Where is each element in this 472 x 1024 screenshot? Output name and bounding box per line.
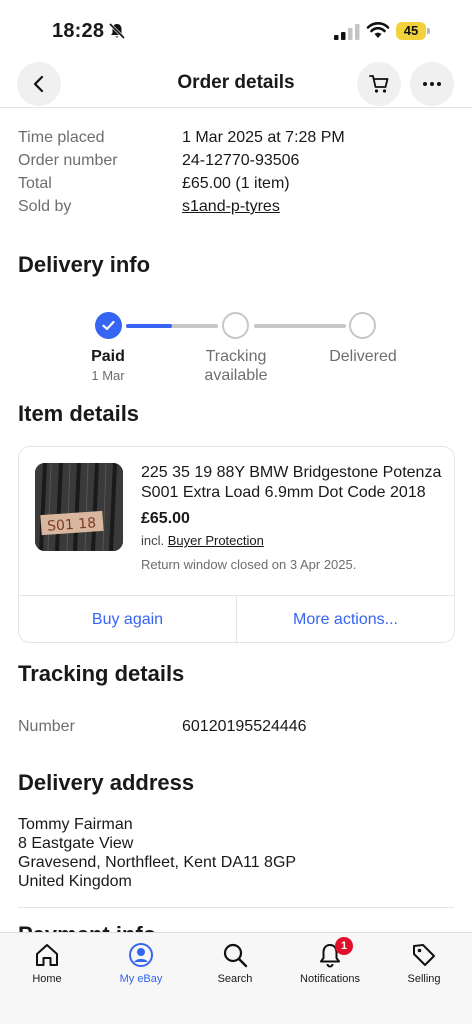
more-options-button[interactable]	[410, 62, 454, 106]
status-time: 18:28	[52, 20, 105, 42]
item-card: S01 18 225 35 19 88Y BMW Bridgestone Pot…	[18, 446, 455, 644]
account-icon	[129, 943, 153, 967]
home-icon	[36, 944, 58, 966]
total-value: £65.00 (1 item)	[182, 175, 290, 192]
incl-prefix: incl.	[141, 533, 165, 548]
sold-by-row: Sold by s1and-p-tyres	[18, 197, 458, 220]
step-tracking-circle	[222, 312, 249, 339]
battery-level: 45	[403, 23, 419, 38]
item-title[interactable]: 225 35 19 88Y BMW Bridgestone Potenza S0…	[141, 463, 447, 503]
time-placed-value: 1 Mar 2025 at 7:28 PM	[182, 129, 345, 146]
section-divider	[18, 907, 454, 908]
bottom-navigation: Home My eBay Search 1 Notifications Sell…	[0, 932, 472, 1024]
order-number-value: 24-12770-93506	[182, 152, 300, 169]
address-name: Tommy Fairman	[18, 816, 133, 833]
sold-by-label: Sold by	[18, 198, 72, 215]
nav-search-label: Search	[217, 973, 253, 985]
progress-track-fill	[126, 324, 172, 328]
order-summary: Time placed 1 Mar 2025 at 7:28 PM Order …	[18, 128, 458, 220]
more-horizontal-icon	[423, 82, 441, 86]
top-app-bar: Order details	[0, 60, 472, 108]
step-tracking-label: Tracking available	[204, 348, 268, 384]
total-label: Total	[18, 175, 52, 192]
order-number-label: Order number	[18, 152, 118, 169]
buyer-protection-note: incl. Buyer Protection	[141, 533, 264, 548]
total-row: Total £65.00 (1 item)	[18, 174, 458, 197]
delivery-address-title: Delivery address	[18, 770, 195, 795]
item-actions: Buy again More actions...	[19, 595, 454, 644]
delivery-progress: Paid 1 Mar Tracking available Delivered	[0, 310, 472, 390]
cart-button[interactable]	[357, 62, 401, 106]
status-bar: 18:28 45	[0, 0, 472, 60]
item-image[interactable]: S01 18	[35, 463, 123, 551]
time-placed-label: Time placed	[18, 129, 105, 146]
item-price: £65.00	[141, 510, 190, 527]
item-details-title: Item details	[18, 401, 140, 426]
battery-indicator: 45	[396, 22, 430, 40]
tyre-photo: S01 18	[35, 463, 123, 551]
tracking-number-label: Number	[18, 718, 75, 735]
tracking-number-value[interactable]: 60120195524446	[182, 718, 307, 736]
nav-home[interactable]: Home	[0, 933, 94, 997]
delivery-info-title: Delivery info	[18, 252, 151, 277]
nav-notifications-label: Notifications	[300, 973, 360, 985]
nav-notifications[interactable]: 1 Notifications	[283, 933, 377, 997]
search-icon	[223, 943, 248, 968]
image-tag-text: S01 18	[47, 515, 97, 534]
page-title: Order details	[177, 72, 295, 93]
step-paid-label: Paid	[91, 348, 125, 365]
seller-link[interactable]: s1and-p-tyres	[182, 197, 280, 217]
progress-track-2	[254, 324, 346, 328]
step-delivered-label: Delivered	[329, 348, 397, 365]
address-street: 8 Eastgate View	[18, 835, 134, 852]
return-window-note: Return window closed on 3 Apr 2025.	[141, 557, 357, 572]
nav-my-ebay-label: My eBay	[119, 973, 163, 985]
bell-muted-icon	[108, 22, 126, 40]
notification-badge: 1	[335, 937, 353, 955]
buyer-protection-link[interactable]: Buyer Protection	[168, 533, 264, 548]
signal-icon	[334, 24, 360, 40]
delivery-address: Tommy Fairman 8 Eastgate View Gravesend,…	[18, 815, 296, 891]
nav-search[interactable]: Search	[188, 933, 282, 997]
wifi-icon	[366, 22, 390, 38]
address-country: United Kingdom	[18, 873, 132, 890]
more-actions-button[interactable]: More actions...	[237, 596, 454, 644]
check-icon	[102, 320, 115, 331]
nav-selling[interactable]: Selling	[377, 933, 471, 997]
cart-icon	[369, 75, 389, 93]
nav-my-ebay[interactable]: My eBay	[94, 933, 188, 997]
time-placed-row: Time placed 1 Mar 2025 at 7:28 PM	[18, 128, 458, 151]
address-city: Gravesend, Northfleet, Kent DA11 8GP	[18, 854, 297, 871]
nav-selling-label: Selling	[407, 973, 441, 985]
step-paid-date: 1 Mar	[91, 368, 125, 383]
buy-again-button[interactable]: Buy again	[19, 596, 236, 644]
tag-icon	[413, 944, 435, 966]
step-paid-check	[95, 312, 122, 339]
order-number-row: Order number 24-12770-93506	[18, 151, 458, 174]
nav-home-label: Home	[32, 973, 62, 985]
step-delivered-circle	[349, 312, 376, 339]
tracking-details-title: Tracking details	[18, 661, 185, 686]
